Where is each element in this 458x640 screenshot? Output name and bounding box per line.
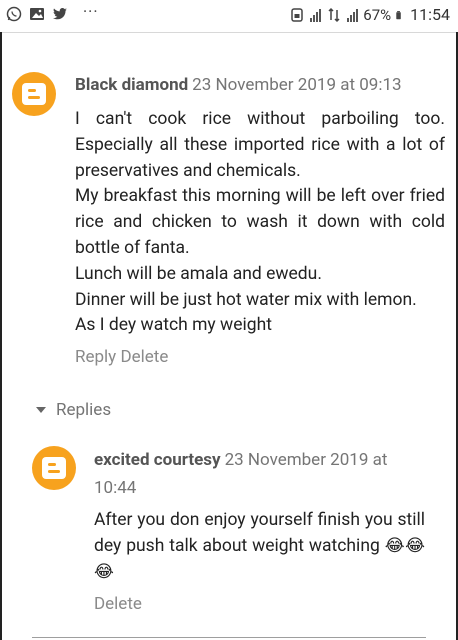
status-bar-right: 67% 11:54 xyxy=(289,5,450,24)
data-saver-icon xyxy=(291,7,304,22)
reply-text: After you don enjoy yourself finish you … xyxy=(94,510,425,556)
data-arrows-icon xyxy=(328,7,340,22)
reply-author[interactable]: excited courtesy xyxy=(94,450,221,470)
reply-actions: Delete xyxy=(94,594,142,614)
signal-strength-1-icon xyxy=(310,8,322,22)
comment-paragraph: As I dey watch my weight xyxy=(75,315,272,336)
twitter-icon xyxy=(53,8,67,20)
whatsapp-icon xyxy=(6,6,22,22)
clock: 11:54 xyxy=(410,5,450,24)
reply-form-divider xyxy=(32,637,426,638)
status-bar-left: ··· xyxy=(6,2,99,22)
signal-strength-2-icon xyxy=(347,8,359,22)
blogger-avatar-icon[interactable] xyxy=(12,72,56,116)
more-dots-icon: ··· xyxy=(83,1,99,21)
comment-actions: Reply Delete xyxy=(75,347,168,367)
reply-header: excited courtesy 23 November 2019 at 10:… xyxy=(94,446,424,502)
comment-paragraph: I can't cook rice without parboiling too… xyxy=(75,109,445,181)
replies-label: Replies xyxy=(56,400,112,420)
reply-body: After you don enjoy yourself finish you … xyxy=(94,507,425,585)
battery-percent: 67% xyxy=(363,5,392,24)
comment-paragraph: Lunch will be amala and ewedu. xyxy=(75,263,322,284)
battery-icon xyxy=(396,10,401,19)
comment-header: Black diamond 23 November 2019 at 09:13 xyxy=(75,72,447,98)
comment-paragraph: Dinner will be just hot water mix with l… xyxy=(75,289,417,310)
replies-toggle[interactable]: Replies xyxy=(36,400,111,420)
caret-down-icon xyxy=(36,407,46,413)
reply-button[interactable]: Reply xyxy=(75,347,116,367)
left-frame-border xyxy=(0,32,2,640)
status-bar-divider xyxy=(0,32,458,33)
status-bar: ··· 67% 11:54 xyxy=(0,0,458,32)
delete-button[interactable]: Delete xyxy=(120,347,168,367)
comment-author[interactable]: Black diamond xyxy=(75,75,188,95)
comment-body: I can't cook rice without parboiling too… xyxy=(75,107,445,339)
comment-date[interactable]: 23 November 2019 at 09:13 xyxy=(192,75,401,95)
delete-button[interactable]: Delete xyxy=(94,594,142,614)
comment-paragraph: My breakfast this morning will be left o… xyxy=(75,186,445,258)
blogger-avatar-icon[interactable] xyxy=(32,446,76,490)
image-icon xyxy=(30,8,44,20)
